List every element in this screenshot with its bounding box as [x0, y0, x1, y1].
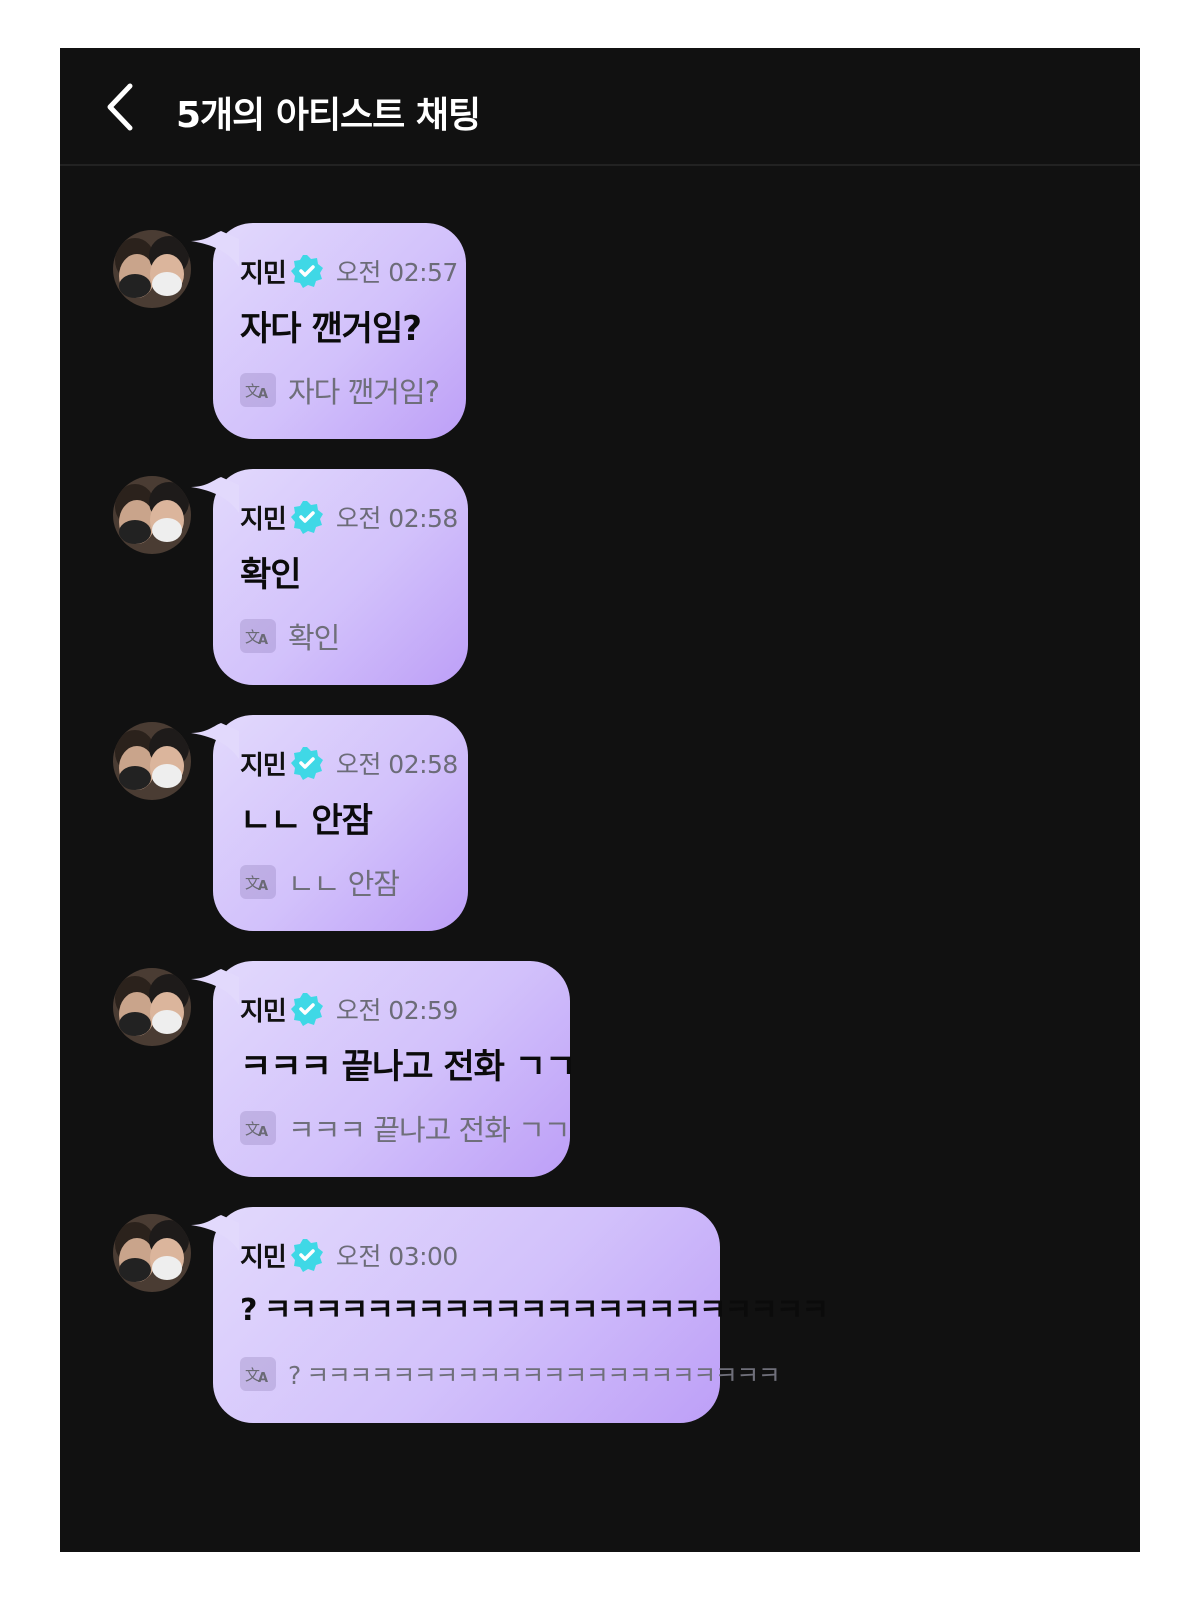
translation-row: 文 A 자다 깬거임? [240, 369, 440, 411]
verified-badge-icon [290, 992, 324, 1026]
verified-badge-icon [290, 254, 324, 288]
translated-text: ㄴㄴ 안잠 [288, 867, 400, 901]
translation-row: 文 A ? ㅋㅋㅋㅋㅋㅋㅋㅋㅋㅋㅋㅋㅋㅋㅋㅋㅋㅋㅋㅋㅋㅋ [240, 1353, 781, 1395]
bubble-tail [191, 969, 239, 1005]
back-button[interactable] [94, 72, 154, 142]
sender-name: 지민 [240, 258, 287, 289]
bubble-tail [191, 1215, 239, 1251]
svg-text:A: A [258, 1371, 268, 1386]
translated-text: ? ㅋㅋㅋㅋㅋㅋㅋㅋㅋㅋㅋㅋㅋㅋㅋㅋㅋㅋㅋㅋㅋㅋ [288, 1361, 781, 1390]
sender-name: 지민 [240, 504, 287, 535]
chat-screen: 5개의 아티스트 채팅 지민 오전 02:57 자다 깬거임? 文 A 자다 깬… [60, 48, 1140, 1552]
translate-icon[interactable]: 文 A [240, 1357, 276, 1391]
message-bubble[interactable]: 지민 오전 02:58 확인 文 A 확인 [191, 469, 468, 685]
message-time: 오전 02:57 [335, 258, 459, 287]
avatar[interactable] [113, 968, 191, 1046]
translated-text: 확인 [288, 621, 340, 655]
bubble-tail [191, 723, 239, 759]
message-meta: 지민 오전 02:58 [240, 743, 458, 783]
avatar[interactable] [113, 476, 191, 554]
message-bubble[interactable]: 지민 오전 02:59 ㅋㅋㅋ 끝나고 전화 ㄱㄱ 文 A ㅋㅋㅋ 끝나고 전화… [191, 961, 576, 1177]
message-text: ? ㅋㅋㅋㅋㅋㅋㅋㅋㅋㅋㅋㅋㅋㅋㅋㅋㅋㅋㅋㅋㅋㅋ [240, 1293, 829, 1328]
sender-name: 지민 [240, 750, 287, 781]
verified-badge-icon [290, 1238, 324, 1272]
translate-icon[interactable]: 文 A [240, 373, 276, 407]
sender-name: 지민 [240, 996, 287, 1027]
message-time: 오전 03:00 [335, 1242, 459, 1271]
translate-icon[interactable]: 文 A [240, 619, 276, 653]
message-text: ㅋㅋㅋ 끝나고 전화 ㄱㄱ [240, 1047, 576, 1087]
translated-text: 자다 깬거임? [288, 375, 440, 409]
svg-text:A: A [258, 387, 268, 402]
message-bubble[interactable]: 지민 오전 03:00 ? ㅋㅋㅋㅋㅋㅋㅋㅋㅋㅋㅋㅋㅋㅋㅋㅋㅋㅋㅋㅋㅋㅋ 文 A… [191, 1207, 829, 1423]
translation-row: 文 A ㄴㄴ 안잠 [240, 861, 400, 903]
bubble-tail [191, 231, 239, 267]
message-time: 오전 02:59 [335, 996, 459, 1025]
message-text: ㄴㄴ 안잠 [240, 801, 373, 841]
translated-text: ㅋㅋㅋ 끝나고 전화 ㄱㄱ [288, 1113, 570, 1147]
avatar[interactable] [113, 230, 191, 308]
avatar[interactable] [113, 1214, 191, 1292]
translation-row: 文 A 확인 [240, 615, 340, 657]
verified-badge-icon [290, 746, 324, 780]
translate-icon[interactable]: 文 A [240, 1111, 276, 1145]
translation-row: 文 A ㅋㅋㅋ 끝나고 전화 ㄱㄱ [240, 1107, 570, 1149]
translate-icon[interactable]: 文 A [240, 865, 276, 899]
page-title: 5개의 아티스트 채팅 [176, 95, 481, 136]
chat-header: 5개의 아티스트 채팅 [60, 48, 1140, 166]
verified-badge-icon [290, 500, 324, 534]
svg-text:A: A [258, 1125, 268, 1140]
message-bubble[interactable]: 지민 오전 02:58 ㄴㄴ 안잠 文 A ㄴㄴ 안잠 [191, 715, 468, 931]
message-bubble[interactable]: 지민 오전 02:57 자다 깬거임? 文 A 자다 깬거임? [191, 223, 466, 439]
bubble-tail [191, 477, 239, 513]
message-time: 오전 02:58 [335, 750, 459, 779]
message-meta: 지민 오전 02:59 [240, 989, 458, 1029]
svg-text:A: A [258, 633, 268, 648]
message-text: 자다 깬거임? [240, 309, 422, 349]
message-text: 확인 [240, 555, 302, 595]
message-time: 오전 02:58 [335, 504, 459, 533]
chevron-left-icon [107, 83, 133, 131]
message-meta: 지민 오전 02:57 [240, 251, 458, 291]
message-meta: 지민 오전 03:00 [240, 1235, 458, 1275]
message-meta: 지민 오전 02:58 [240, 497, 458, 537]
avatar[interactable] [113, 722, 191, 800]
svg-text:A: A [258, 879, 268, 894]
sender-name: 지민 [240, 1242, 287, 1273]
